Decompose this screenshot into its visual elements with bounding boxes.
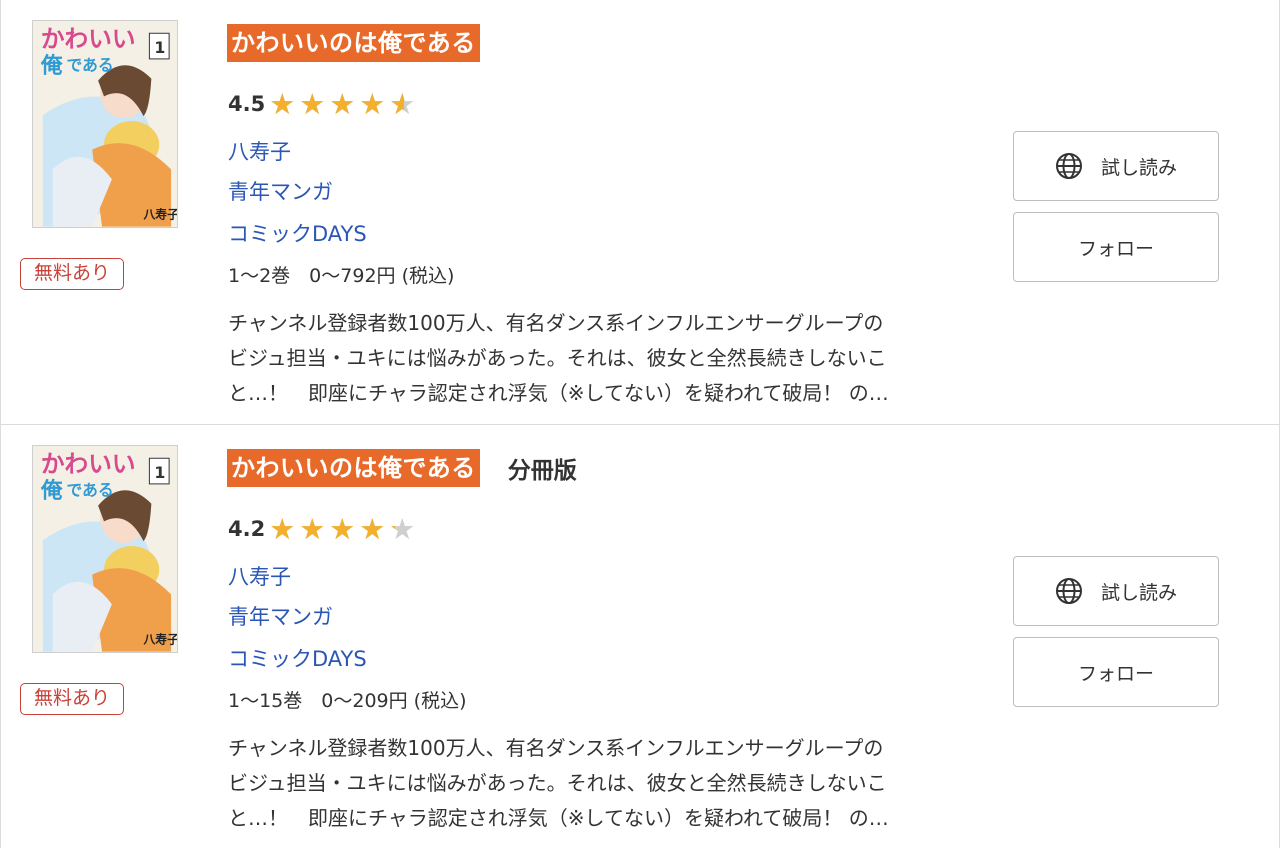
svg-text:俺: 俺 (40, 478, 63, 504)
book-title-link[interactable]: かわいいのは俺である (227, 449, 480, 487)
svg-text:かわいい: かわいい (41, 450, 136, 478)
follow-button[interactable]: フォロー (1013, 637, 1219, 707)
globe-icon (1055, 153, 1082, 179)
svg-text:かわいい: かわいい (41, 25, 136, 53)
star-icon: ★★ (329, 89, 359, 119)
star-rating: ★★★★★★★★★★ (269, 514, 419, 544)
svg-text:八寿子: 八寿子 (142, 208, 177, 222)
author-link[interactable]: 八寿子 (228, 136, 291, 166)
trial-read-label: 試し読み (1100, 581, 1177, 604)
result-card: かわいい 俺 である 1 八寿子 無料あり かわいいのは俺である 分冊版 4.2… (0, 424, 1280, 848)
title-row: かわいいのは俺である 分冊版 (227, 449, 577, 487)
star-fill: ★ (359, 89, 386, 119)
genre-link[interactable]: 青年マンガ (228, 176, 333, 206)
rating: 4.2 ★★★★★★★★★★ (228, 513, 419, 545)
description-line: チャンネル登録者数100万人、有名ダンス系インフルエンサーグループの (228, 311, 884, 335)
follow-label: フォロー (1077, 237, 1154, 260)
rating-value: 4.2 (228, 517, 266, 541)
author-link[interactable]: 八寿子 (228, 561, 291, 591)
result-card: かわいい 俺 である 1 八寿子 無料あり かわいいのは俺である 4.5 ★ ★ ★… (0, 0, 1280, 424)
description-line: チャンネル登録者数100万人、有名ダンス系インフルエンサーグループの (228, 736, 884, 760)
search-results: かわいい 俺 である 1 八寿子 無料あり かわいいのは俺である 4.5 ★ ★ ★… (0, 0, 1280, 848)
star-fill: ★ (389, 89, 405, 119)
svg-text:八寿子: 八寿子 (142, 633, 177, 647)
star-icon: ★★ (299, 89, 329, 119)
star-icon: ★★ (329, 514, 359, 544)
book-cover[interactable]: かわいい 俺 である 1 八寿子 (32, 445, 178, 653)
star-fill: ★ (329, 514, 356, 544)
rating-value: 4.5 (228, 92, 266, 116)
description: チャンネル登録者数100万人、有名ダンス系インフルエンサーグループの ビジュ担当… (228, 731, 988, 836)
star-fill: ★ (359, 514, 386, 544)
description-line: と…！ 即座にチャラ認定され浮気（※してない）を疑われて破局！ の… (228, 806, 889, 830)
title-row: かわいいのは俺である (227, 24, 508, 62)
rating: 4.5 ★ ★ ★ ★ ★ ★ ★ ★ ★ ★ (228, 88, 419, 120)
svg-text:俺: 俺 (40, 53, 63, 79)
svg-text:である: である (67, 56, 114, 75)
cover-illustration: かわいい 俺 である 1 八寿子 (33, 21, 177, 227)
star-fill: ★ (299, 89, 326, 119)
follow-button[interactable]: フォロー (1013, 212, 1219, 282)
trial-read-label: 試し読み (1100, 156, 1177, 179)
star-rating: ★★★★★★★★★★ (269, 89, 419, 119)
follow-label: フォロー (1077, 662, 1154, 685)
book-title-link[interactable]: かわいいのは俺である (227, 24, 480, 62)
price-range: 1〜2巻 0〜792円 (税込) (228, 265, 455, 287)
star-fill: ★ (389, 514, 395, 544)
cover-illustration: かわいい 俺 である 1 八寿子 (33, 446, 177, 652)
star-fill: ★ (299, 514, 326, 544)
description-line: と…！ 即座にチャラ認定され浮気（※してない）を疑われて破局！ の… (228, 381, 889, 405)
description: チャンネル登録者数100万人、有名ダンス系インフルエンサーグループの ビジュ担当… (228, 306, 988, 411)
svg-text:である: である (67, 481, 114, 500)
publisher-link[interactable]: コミックDAYS (228, 218, 367, 248)
publisher-link[interactable]: コミックDAYS (228, 643, 367, 673)
edition-label: 分冊版 (507, 458, 577, 484)
description-line: ビジュ担当・ユキには悩みがあった。それは、彼女と全然長続きしないこ (228, 346, 887, 370)
star-icon: ★★ (389, 87, 416, 121)
star-icon: ★★ (359, 89, 389, 119)
svg-text:1: 1 (154, 463, 165, 482)
star-fill: ★ (269, 89, 296, 119)
trial-read-button[interactable]: 試し読み (1013, 131, 1219, 201)
star-fill: ★ (269, 514, 296, 544)
star-fill: ★ (329, 89, 356, 119)
trial-read-button[interactable]: 試し読み (1013, 556, 1219, 626)
price-range: 1〜15巻 0〜209円 (税込) (228, 690, 467, 712)
book-cover[interactable]: かわいい 俺 である 1 八寿子 (32, 20, 178, 228)
globe-icon (1055, 578, 1082, 604)
star-icon: ★★ (269, 89, 299, 119)
star-icon: ★★ (389, 512, 416, 546)
description-line: ビジュ担当・ユキには悩みがあった。それは、彼女と全然長続きしないこ (228, 771, 887, 795)
star-icon: ★★ (299, 514, 329, 544)
free-badge: 無料あり (20, 683, 124, 715)
svg-text:1: 1 (154, 38, 165, 57)
genre-link[interactable]: 青年マンガ (228, 601, 333, 631)
star-icon: ★★ (359, 514, 389, 544)
star-icon: ★★ (269, 514, 299, 544)
free-badge: 無料あり (20, 258, 124, 290)
